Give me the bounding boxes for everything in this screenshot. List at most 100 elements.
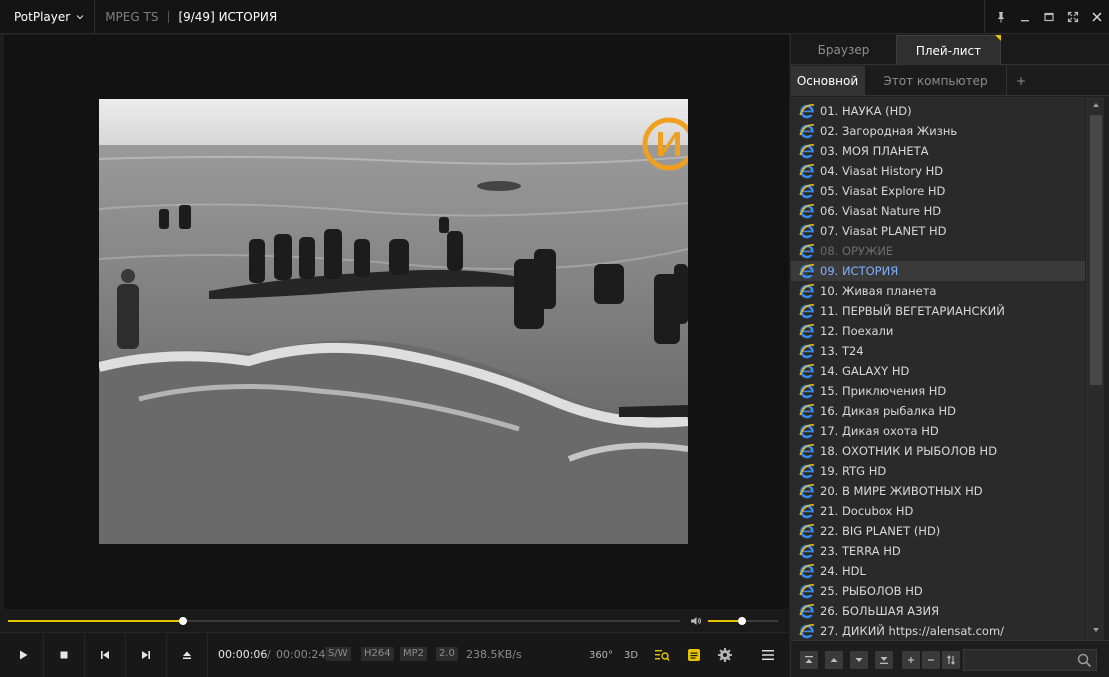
- time-separator: /: [267, 648, 271, 661]
- playlist-item-label: 16. Дикая рыбалка HD: [820, 404, 956, 418]
- eject-icon: [183, 651, 191, 659]
- playlist-item-label: 21. Docubox HD: [820, 504, 914, 518]
- settings-button[interactable]: [715, 645, 735, 665]
- pin-button[interactable]: [989, 0, 1013, 34]
- playlist-item[interactable]: 17. Дикая охота HD: [791, 421, 1085, 441]
- volume-handle[interactable]: [737, 617, 746, 625]
- remove-item-button[interactable]: [922, 651, 940, 669]
- volume-icon[interactable]: [690, 615, 702, 627]
- tab-main-playlist[interactable]: Основной: [791, 66, 865, 96]
- playlist-item[interactable]: 26. БОЛЬШАЯ АЗИЯ: [791, 601, 1085, 621]
- playlist-item[interactable]: 06. Viasat Nature HD: [791, 201, 1085, 221]
- add-item-button[interactable]: [902, 651, 920, 669]
- video-picture: [99, 99, 688, 544]
- window-title: [9/49] ИСТОРИЯ: [178, 9, 278, 24]
- playlist-item[interactable]: 15. Приключения HD: [791, 381, 1085, 401]
- close-button[interactable]: [1085, 0, 1109, 34]
- video-frame[interactable]: [99, 99, 688, 544]
- playlist-item-label: 12. Поехали: [820, 324, 894, 338]
- playlist-item[interactable]: 27. ДИКИЙ https://alensat.com/: [791, 621, 1085, 641]
- playlist[interactable]: 01. НАУКА (HD) 02. Загородная Жизнь 03. МО…: [791, 97, 1085, 670]
- playlist-item[interactable]: 11. ПЕРВЫЙ ВЕГЕТАРИАНСКИЙ: [791, 301, 1085, 321]
- seek-handle[interactable]: [178, 617, 187, 625]
- playlist-item[interactable]: 10. Живая планета: [791, 281, 1085, 301]
- plus-icon: [908, 657, 914, 663]
- playlist-item-label: 04. Viasat History HD: [820, 164, 944, 178]
- playlist-item[interactable]: 24. HDL: [791, 561, 1085, 581]
- playlist-item-label: 26. БОЛЬШАЯ АЗИЯ: [820, 604, 940, 618]
- playlist-item[interactable]: 14. GALAXY HD: [791, 361, 1085, 381]
- playlist-item-label: 25. РЫБОЛОВ HD: [820, 584, 923, 598]
- playlist-item[interactable]: 07. Viasat PLANET HD: [791, 221, 1085, 241]
- play-button[interactable]: [3, 633, 44, 677]
- playlist-item[interactable]: 19. RTG HD: [791, 461, 1085, 481]
- playlist-item-label: 06. Viasat Nature HD: [820, 204, 942, 218]
- vr-360-button[interactable]: 360°: [589, 645, 613, 665]
- playlist-item-label: 27. ДИКИЙ https://alensat.com/: [820, 624, 1005, 638]
- tab-this-computer[interactable]: Этот компьютер: [865, 66, 1007, 96]
- playlist-item[interactable]: 16. Дикая рыбалка HD: [791, 401, 1085, 421]
- playlist-item[interactable]: 05. Viasat Explore HD: [791, 181, 1085, 201]
- video-codec-badge[interactable]: H264: [361, 647, 394, 661]
- total-time[interactable]: 00:00:24: [276, 648, 325, 661]
- playlist-item[interactable]: 09. ИСТОРИЯ: [791, 261, 1085, 281]
- scroll-thumb[interactable]: [1090, 115, 1102, 385]
- move-to-top-button[interactable]: [800, 651, 818, 669]
- playlist-item[interactable]: 18. ОХОТНИК И РЫБОЛОВ HD: [791, 441, 1085, 461]
- playlist-item[interactable]: 23. TERRA HD: [791, 541, 1085, 561]
- sort-button[interactable]: [942, 651, 960, 669]
- previous-button[interactable]: [85, 633, 126, 677]
- internet-explorer-icon: [799, 444, 815, 459]
- playlist-item-label: 18. ОХОТНИК И РЫБОЛОВ HD: [820, 444, 998, 458]
- fullscreen-button[interactable]: [1061, 0, 1085, 34]
- next-button[interactable]: [126, 633, 167, 677]
- stop-button[interactable]: [44, 633, 85, 677]
- current-time[interactable]: 00:00:06: [218, 648, 267, 661]
- volume-slider[interactable]: [708, 617, 778, 625]
- playlist-item[interactable]: 25. РЫБОЛОВ HD: [791, 581, 1085, 601]
- playlist-item[interactable]: 22. BIG PLANET (HD): [791, 521, 1085, 541]
- app-menu-button[interactable]: PotPlayer: [0, 0, 96, 34]
- playlist-item-label: 05. Viasat Explore HD: [820, 184, 946, 198]
- minimize-button[interactable]: [1013, 0, 1037, 34]
- eject-button[interactable]: [167, 633, 208, 677]
- playlist-item-label: 17. Дикая охота HD: [820, 424, 939, 438]
- playlist-item[interactable]: 03. МОЯ ПЛАНЕТА: [791, 141, 1085, 161]
- playlist-item[interactable]: 20. В МИРЕ ЖИВОТНЫХ HD: [791, 481, 1085, 501]
- playlist-item[interactable]: 01. НАУКА (HD): [791, 101, 1085, 121]
- playlist-item[interactable]: 21. Docubox HD: [791, 501, 1085, 521]
- maximize-button[interactable]: [1037, 0, 1061, 34]
- internet-explorer-icon: [799, 404, 815, 419]
- playlist-item[interactable]: 02. Загородная Жизнь: [791, 121, 1085, 141]
- tab-browser[interactable]: Браузер: [791, 35, 896, 65]
- internet-explorer-icon: [799, 304, 815, 319]
- tab-playlist[interactable]: Плей-лист: [896, 35, 1001, 65]
- playlist-item[interactable]: 13. T24: [791, 341, 1085, 361]
- playlist-scrollbar[interactable]: [1086, 97, 1104, 670]
- scroll-up-button[interactable]: [1087, 97, 1105, 113]
- main-menu-button[interactable]: [758, 645, 778, 665]
- fullscreen-icon: [1067, 11, 1079, 23]
- video-area[interactable]: [4, 35, 789, 609]
- playlist-item[interactable]: 08. ОРУЖИЕ: [791, 241, 1085, 261]
- playlist-search-input[interactable]: [963, 649, 1097, 671]
- audio-codec-badge[interactable]: MP2: [400, 647, 428, 661]
- move-to-bottom-button[interactable]: [875, 651, 893, 669]
- move-down-button[interactable]: [850, 651, 868, 669]
- internet-explorer-icon: [799, 244, 815, 259]
- playlist-item[interactable]: 12. Поехали: [791, 321, 1085, 341]
- playlist-item[interactable]: 04. Viasat History HD: [791, 161, 1085, 181]
- scroll-down-button[interactable]: [1087, 622, 1105, 638]
- title-bar: PotPlayer MPEG TS [9/49] ИСТОРИЯ: [0, 0, 1109, 34]
- move-up-button[interactable]: [825, 651, 843, 669]
- decoder-badge[interactable]: S/W: [325, 647, 351, 661]
- playlist-search-button[interactable]: [652, 645, 672, 665]
- audio-channels-badge[interactable]: 2.0: [436, 647, 458, 661]
- search-icon[interactable]: [1077, 653, 1092, 668]
- seek-bar[interactable]: [8, 617, 680, 625]
- subtitle-button[interactable]: [684, 645, 704, 665]
- add-tab-button[interactable]: +: [1007, 66, 1035, 96]
- app-name: PotPlayer: [14, 9, 71, 24]
- 3d-button[interactable]: 3D: [621, 645, 641, 665]
- arrow-up-icon: [1093, 103, 1099, 107]
